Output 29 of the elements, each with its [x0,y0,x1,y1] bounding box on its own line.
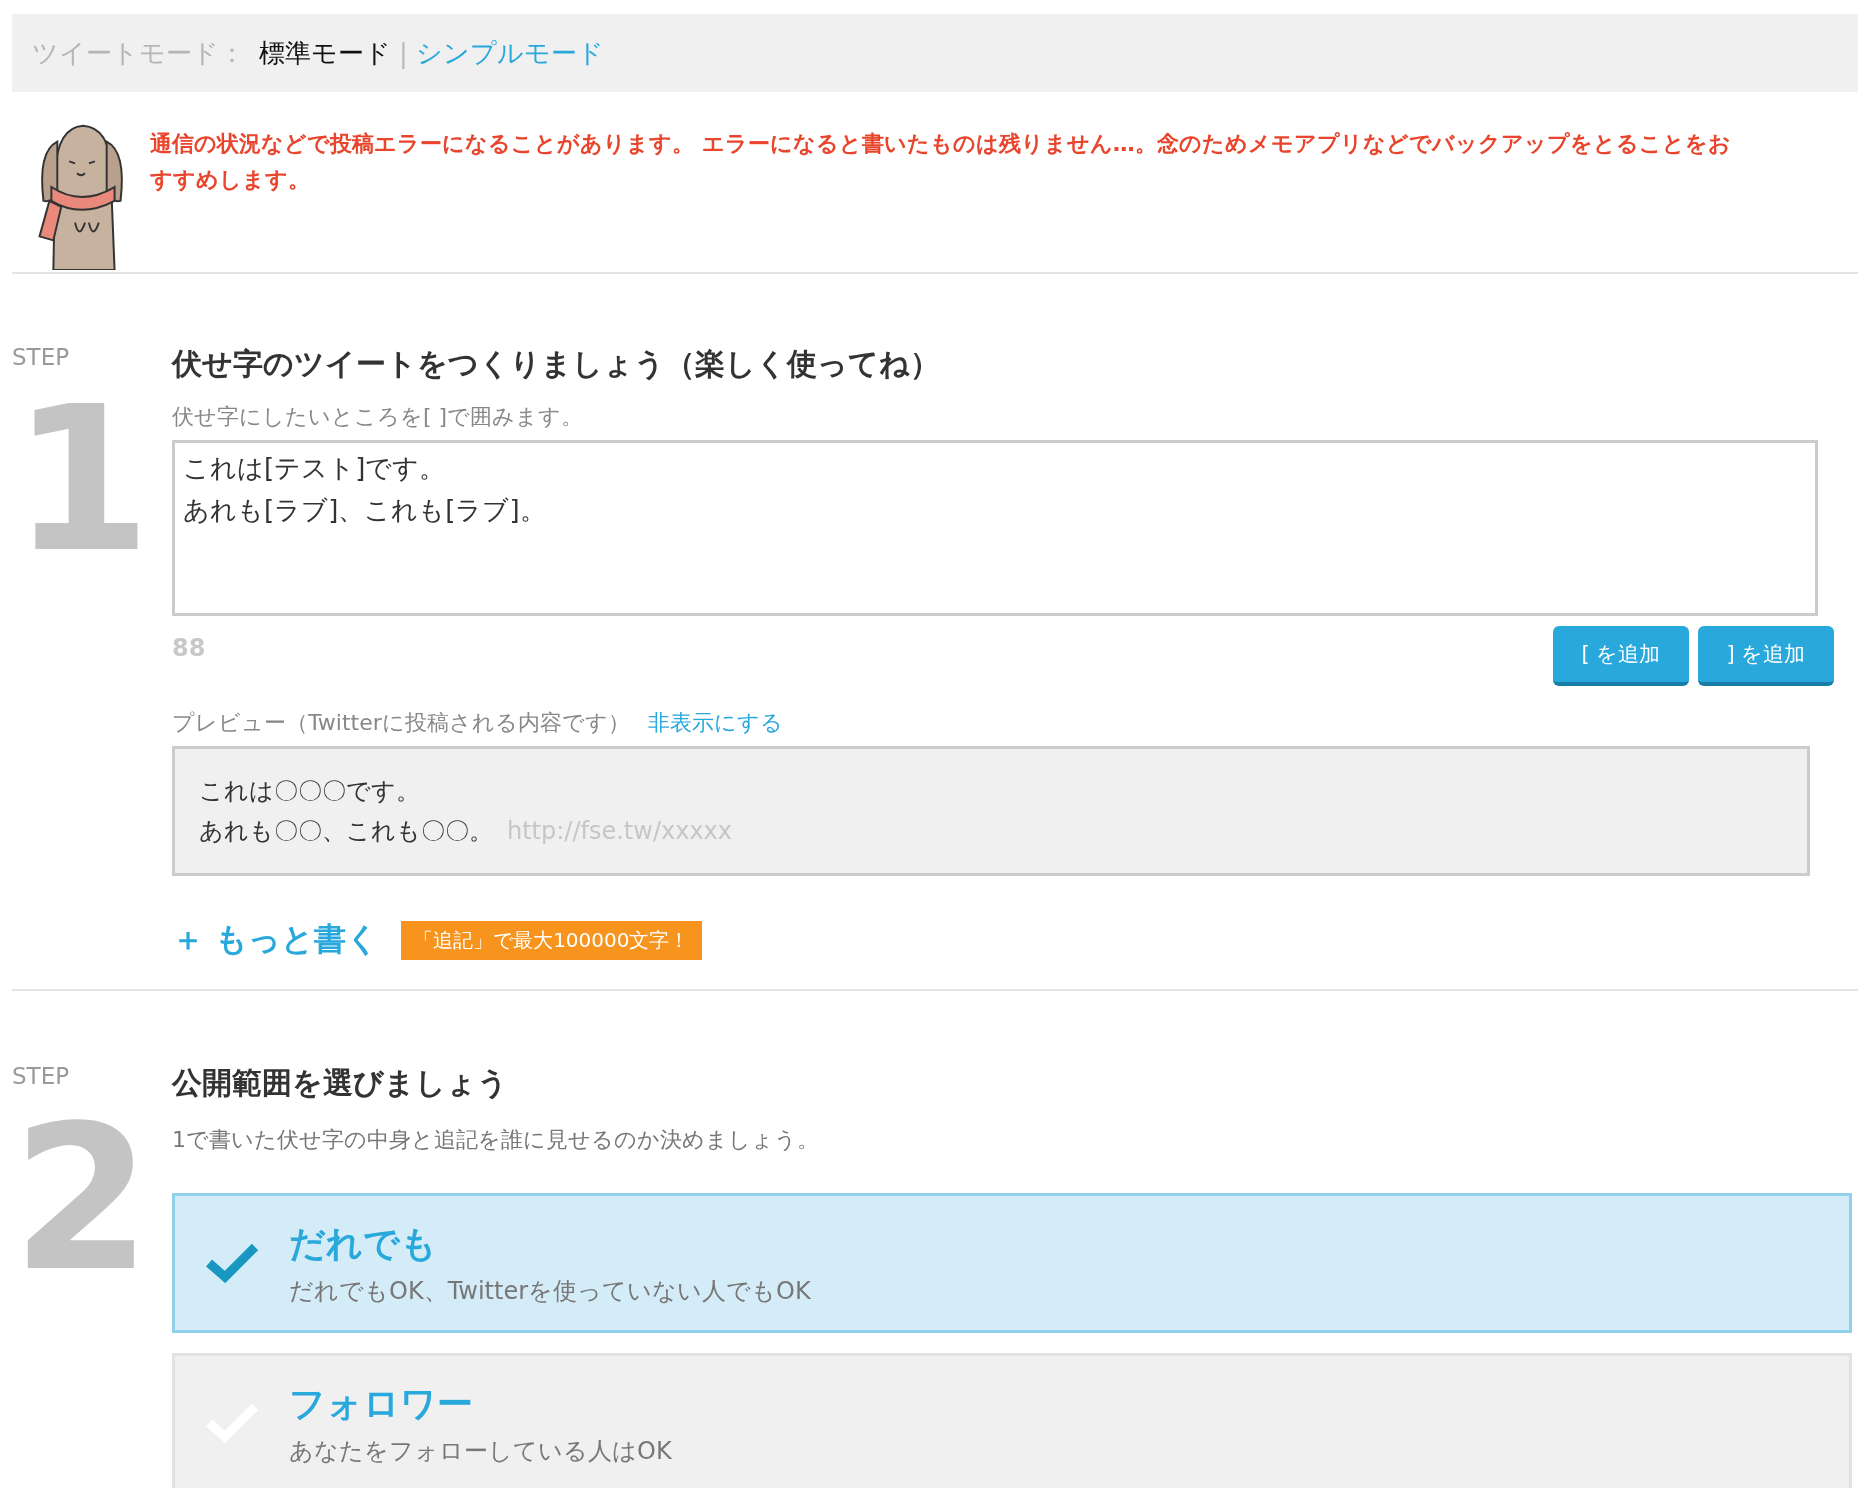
option-description: あなたをフォローしている人はOK [289,1435,672,1467]
step-title: 公開範囲を選びましょう [172,1064,509,1102]
visibility-option[interactable]: だれでも だれでもOK、Twitterを使っていない人でもOK [172,1193,1852,1333]
step-title: 伏せ字のツイートをつくりましょう（楽しく使ってね） [172,345,941,383]
promo-tag: 「追記」で最大100000文字！ [401,920,702,960]
mode-separator: | [399,38,408,68]
hint-text: 1で書いた伏せ字の中身と追記を誰に見せるのか決めましょう。 [172,1126,820,1154]
warning-text: 通信の状況などで投稿エラーになることがあります。 エラーになると書いたものは残りません…。念のためメモアプリなどでバックアップをとることをおすすめします。 [150,130,1732,194]
mode-link[interactable]: シンプルモード [415,35,604,71]
visibility-option[interactable]: フォロワー あなたをフォローしている人はOK [172,1353,1852,1488]
option-title: だれでも [289,1221,438,1266]
preview-text: これは〇〇〇です。 [199,777,420,805]
step-label: STEP [12,1063,71,1089]
preview-text: あれも〇〇、これも〇〇。 [199,817,493,845]
add-bracket-button[interactable]: [ を追加 [1553,626,1689,686]
option-title: フォロワー [289,1381,474,1426]
hide-preview-link[interactable]: 非表示にする [647,708,783,738]
option-description: だれでもOK、Twitterを使っていない人でもOK [289,1275,811,1307]
step-label: STEP [12,344,71,370]
step-number: 2 [12,1089,152,1309]
add-bracket-button[interactable]: ] を追加 [1698,626,1834,686]
write-more-link[interactable]: ＋ もっと書く [172,918,380,962]
step-number: 1 [12,370,152,590]
preview-label: プレビュー（Twitterに投稿される内容です） [172,709,630,737]
tweet-input-field[interactable]: これは[テスト]です。 あれも[ラブ]、これも[ラブ]。 [172,440,1818,616]
hint-text: 伏せ字にしたいところを[ ]で囲みます。 [172,403,585,431]
checkmark-icon [205,1243,259,1283]
mode-label: ツイートモード： [32,36,245,70]
mode-link[interactable]: 標準モード [259,35,391,71]
